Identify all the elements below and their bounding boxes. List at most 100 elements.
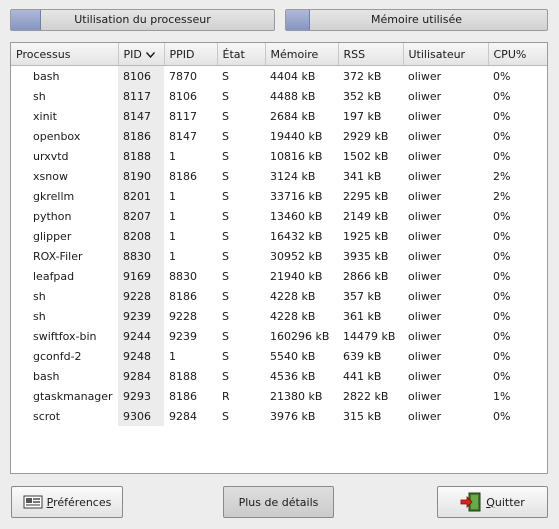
table-row[interactable]: gconfd-2 9248 1 S 5540 kB 639 kB oliwer 0% <box>11 346 547 366</box>
table-row[interactable]: xsnow 8190 8186 S 3124 kB 341 kB oliwer 2% <box>11 166 547 186</box>
cell-utilisateur: oliwer <box>408 69 442 83</box>
cell-processus: sh <box>33 289 46 303</box>
cell-cpu: 0% <box>493 249 511 263</box>
cell-cpu: 2% <box>493 169 511 183</box>
table-row[interactable]: swiftfox-bin 9244 9239 S 160296 kB 14479 kB ol… <box>11 326 547 346</box>
cell-etat: S <box>222 329 229 343</box>
cell-ppid: 1 <box>169 209 176 223</box>
cell-memoire: 21940 kB <box>270 269 323 283</box>
table-row[interactable]: sh 9228 8186 S 4228 kB 357 kB oliwer 0% <box>11 286 547 306</box>
cell-utilisateur: oliwer <box>408 89 442 103</box>
cell-processus: python <box>33 209 72 223</box>
cpu-usage-label: Utilisation du processeur <box>74 13 211 26</box>
cell-rss: 315 kB <box>343 409 382 423</box>
cell-memoire: 10816 kB <box>270 149 323 163</box>
process-list[interactable]: Processus PID PPID État Mémoire RSS Util… <box>10 42 548 474</box>
cell-pid: 8190 <box>118 166 164 186</box>
cell-processus: xinit <box>33 109 57 123</box>
cell-ppid: 8186 <box>169 389 197 403</box>
cell-rss: 357 kB <box>343 289 382 303</box>
cell-rss: 341 kB <box>343 169 382 183</box>
column-header-ppid[interactable]: PPID <box>164 43 218 66</box>
cell-pid: 8117 <box>118 86 164 106</box>
cell-rss: 14479 kB <box>343 329 396 343</box>
cell-cpu: 0% <box>493 409 511 423</box>
cell-pid: 8147 <box>118 106 164 126</box>
cell-processus: sh <box>33 309 46 323</box>
cell-utilisateur: oliwer <box>408 209 442 223</box>
cell-processus: ROX-Filer <box>33 249 83 263</box>
cell-rss: 372 kB <box>343 69 382 83</box>
cell-ppid: 8147 <box>169 129 197 143</box>
cell-cpu: 0% <box>493 149 511 163</box>
cell-utilisateur: oliwer <box>408 109 442 123</box>
cell-pid: 8188 <box>118 146 164 166</box>
column-header-utilisateur[interactable]: Utilisateur <box>403 43 489 66</box>
cell-utilisateur: oliwer <box>408 149 442 163</box>
cell-pid: 9244 <box>118 326 164 346</box>
table-row[interactable]: glipper 8208 1 S 16432 kB 1925 kB oliwer 0% <box>11 226 547 246</box>
cell-processus: swiftfox-bin <box>33 329 97 343</box>
cell-utilisateur: oliwer <box>408 389 442 403</box>
cell-processus: glipper <box>33 229 72 243</box>
table-row[interactable]: ROX-Filer 8830 1 S 30952 kB 3935 kB oliwer 0% <box>11 246 547 266</box>
cell-memoire: 33716 kB <box>270 189 323 203</box>
cell-cpu: 0% <box>493 109 511 123</box>
cell-memoire: 4488 kB <box>270 89 316 103</box>
cell-processus: leafpad <box>33 269 75 283</box>
table-row[interactable]: sh 8117 8106 S 4488 kB 352 kB oliwer 0% <box>11 86 547 106</box>
cell-etat: S <box>222 249 229 263</box>
column-header-pid[interactable]: PID <box>118 43 165 66</box>
cell-memoire: 4228 kB <box>270 289 316 303</box>
more-details-label: Plus de détails <box>238 495 319 509</box>
cell-utilisateur: oliwer <box>408 369 442 383</box>
column-header-memoire[interactable]: Mémoire <box>265 43 339 66</box>
cell-memoire: 3976 kB <box>270 409 316 423</box>
quit-label: Quitter <box>486 495 525 509</box>
cell-memoire: 13460 kB <box>270 209 323 223</box>
cell-pid: 9284 <box>118 366 164 386</box>
table-row[interactable]: leafpad 9169 8830 S 21940 kB 2866 kB oliwer 0% <box>11 266 547 286</box>
cell-rss: 2149 kB <box>343 209 389 223</box>
cell-pid: 9306 <box>118 406 164 426</box>
table-row[interactable]: bash 9284 8188 S 4536 kB 441 kB oliwer 0% <box>11 366 547 386</box>
cell-processus: gkrellm <box>33 189 75 203</box>
column-header-etat[interactable]: État <box>217 43 266 66</box>
cell-etat: S <box>222 269 229 283</box>
column-header-processus[interactable]: Processus <box>11 43 119 66</box>
table-row[interactable]: gkrellm 8201 1 S 33716 kB 2295 kB oliwer 2% <box>11 186 547 206</box>
table-row[interactable]: gtaskmanager 9293 8186 R 21380 kB 2822 kB oliw… <box>11 386 547 406</box>
cell-rss: 441 kB <box>343 369 382 383</box>
table-row[interactable]: openbox 8186 8147 S 19440 kB 2929 kB oliwer 0% <box>11 126 547 146</box>
table-row[interactable]: urxvtd 8188 1 S 10816 kB 1502 kB oliwer 0% <box>11 146 547 166</box>
cell-utilisateur: oliwer <box>408 189 442 203</box>
cell-utilisateur: oliwer <box>408 289 442 303</box>
cell-etat: S <box>222 129 229 143</box>
table-row[interactable]: sh 9239 9228 S 4228 kB 361 kB oliwer 0% <box>11 306 547 326</box>
cell-pid: 8208 <box>118 226 164 246</box>
cell-rss: 3935 kB <box>343 249 389 263</box>
cell-utilisateur: oliwer <box>408 349 442 363</box>
cell-etat: S <box>222 149 229 163</box>
quit-button[interactable]: Quitter <box>437 486 548 518</box>
table-row[interactable]: bash 8106 7870 S 4404 kB 372 kB oliwer 0% <box>11 65 547 86</box>
cell-processus: bash <box>33 369 60 383</box>
cell-utilisateur: oliwer <box>408 169 442 183</box>
table-row[interactable]: scrot 9306 9284 S 3976 kB 315 kB oliwer 0% <box>11 406 547 426</box>
cell-ppid: 8186 <box>169 289 197 303</box>
cell-cpu: 0% <box>493 89 511 103</box>
cell-etat: S <box>222 409 229 423</box>
table-row[interactable]: python 8207 1 S 13460 kB 2149 kB oliwer 0% <box>11 206 547 226</box>
column-header-cpu[interactable]: CPU% <box>488 43 547 66</box>
cell-memoire: 30952 kB <box>270 249 323 263</box>
cell-memoire: 4404 kB <box>270 69 316 83</box>
cell-etat: S <box>222 189 229 203</box>
cell-memoire: 16432 kB <box>270 229 323 243</box>
column-header-rss[interactable]: RSS <box>338 43 404 66</box>
cell-pid: 8201 <box>118 186 164 206</box>
cell-memoire: 4228 kB <box>270 309 316 323</box>
cell-ppid: 7870 <box>169 69 197 83</box>
table-row[interactable]: xinit 8147 8117 S 2684 kB 197 kB oliwer 0% <box>11 106 547 126</box>
more-details-button[interactable]: Plus de détails <box>223 486 334 518</box>
preferences-button[interactable]: Préférences <box>11 486 123 518</box>
